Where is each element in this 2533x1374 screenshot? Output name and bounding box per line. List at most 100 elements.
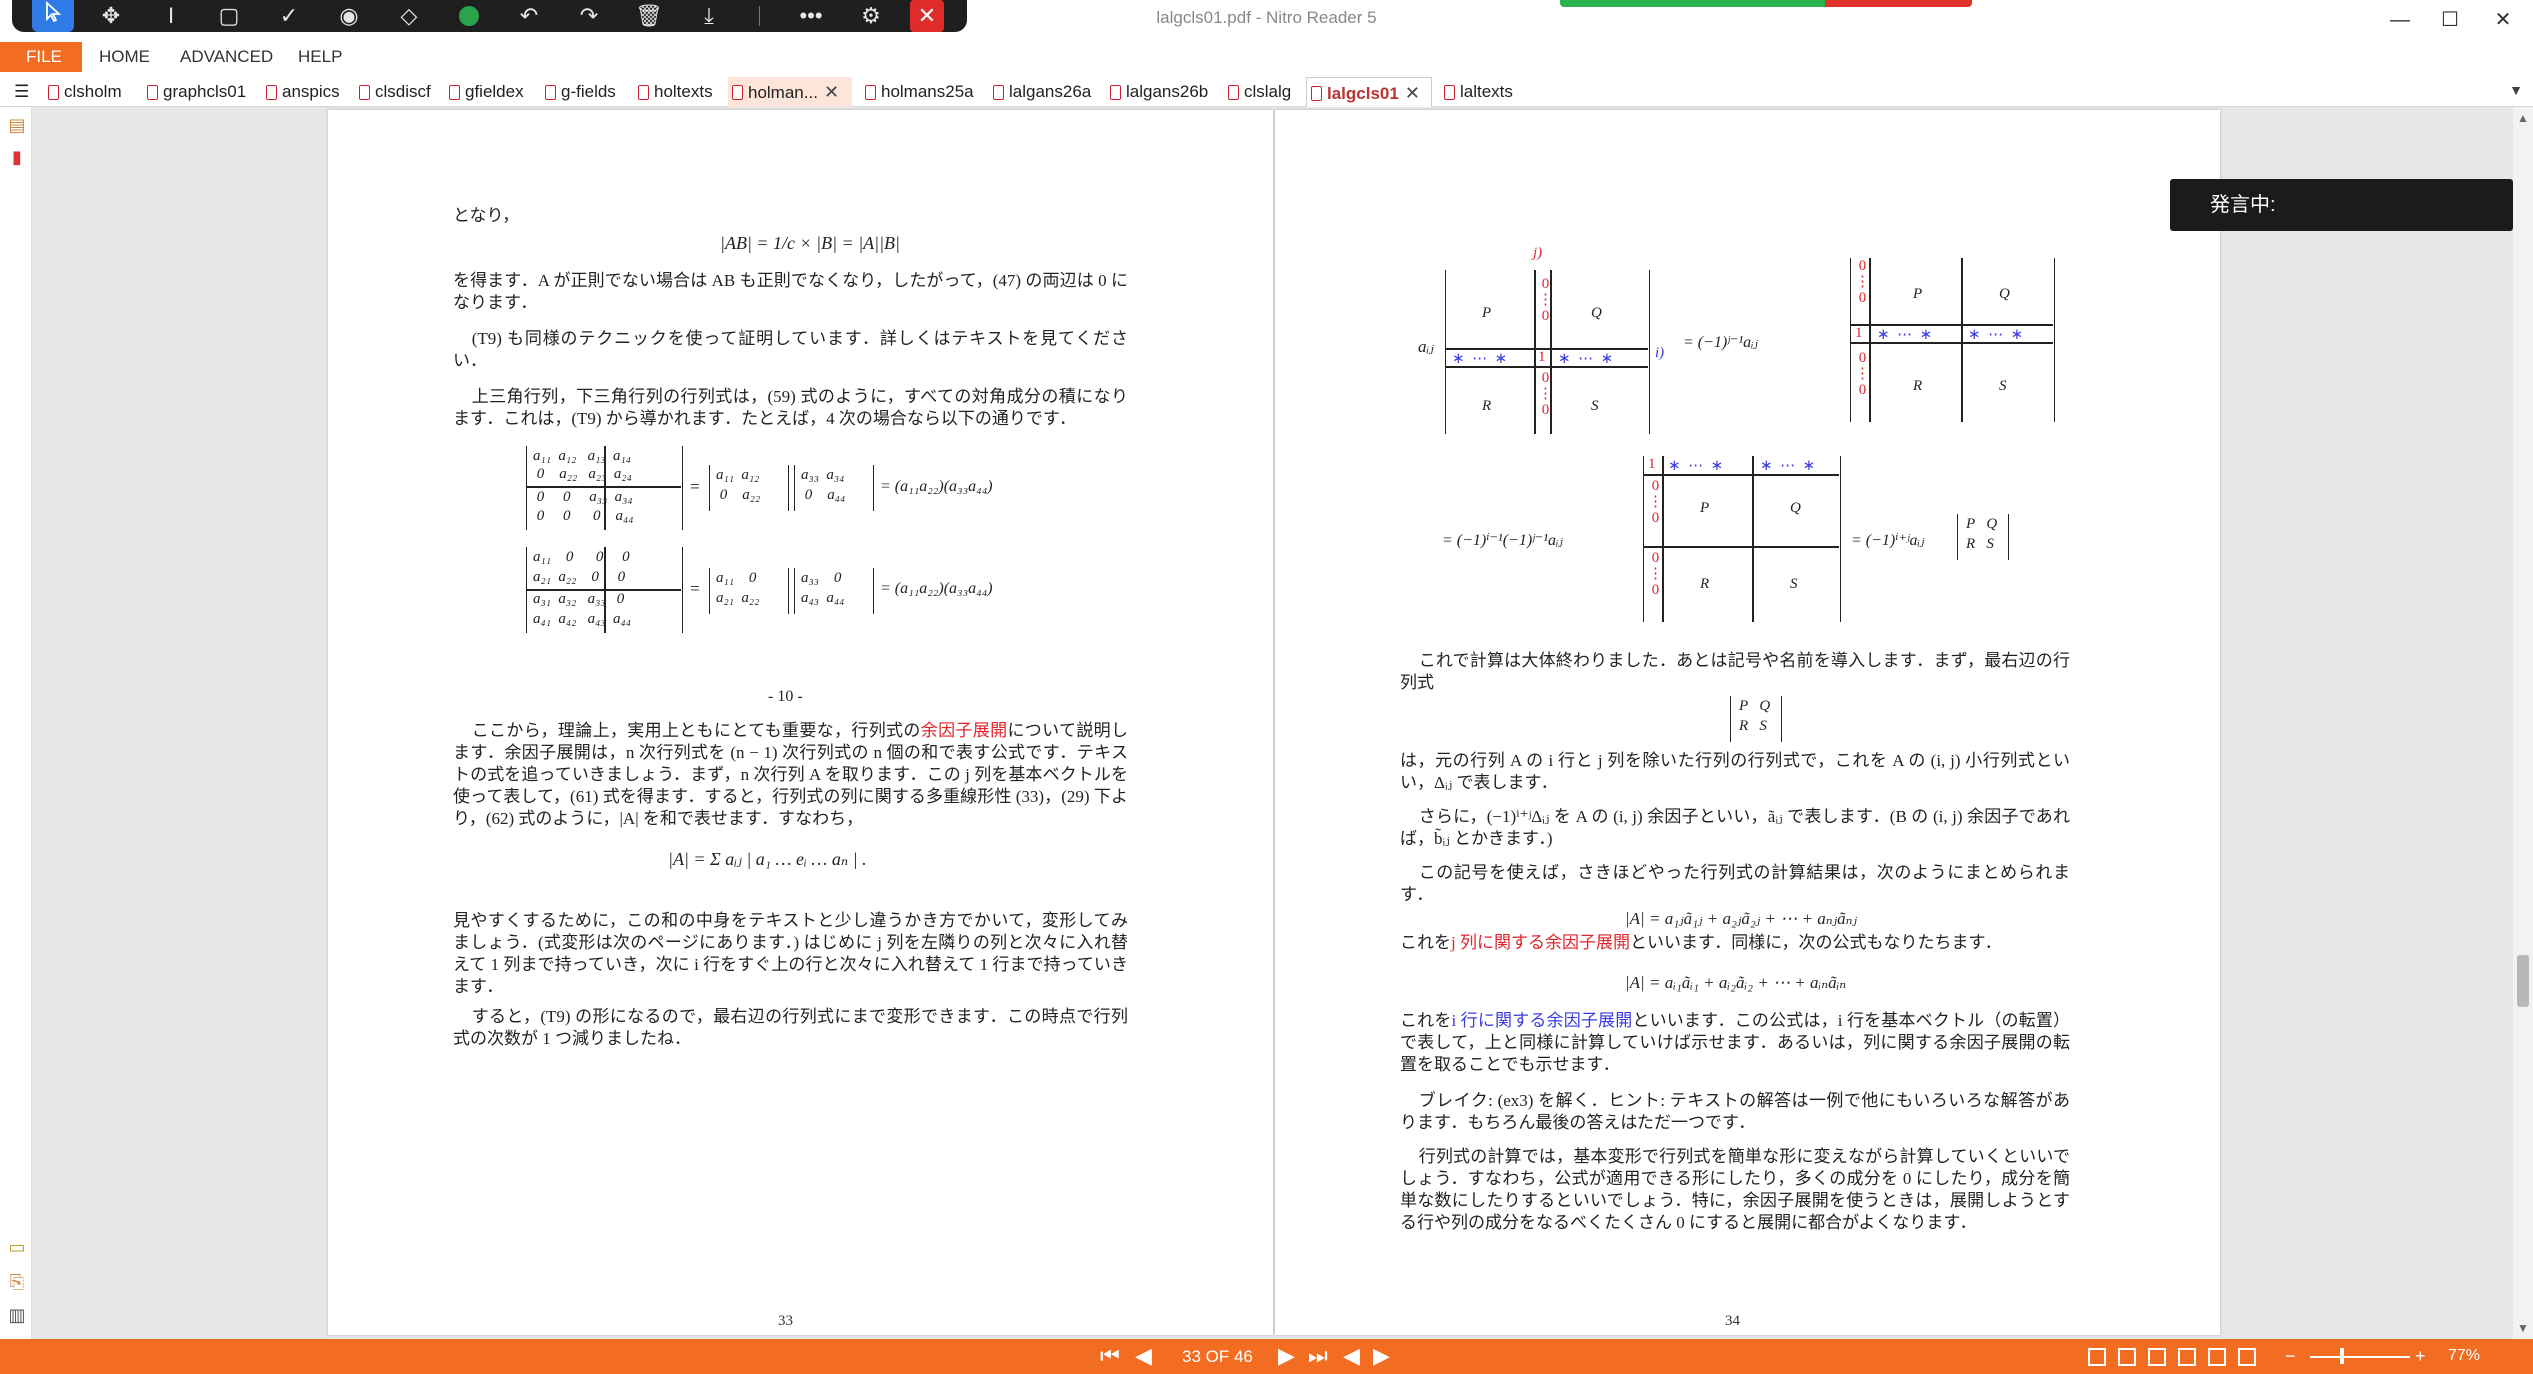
tab-anspics[interactable]: anspics	[262, 77, 340, 107]
tab-label: clsdiscf	[375, 82, 431, 101]
vertical-scrollbar[interactable]: ▲ ▼	[2513, 107, 2533, 1339]
status-bar: ⏮ ◀ 33 OF 46 ▶ ⏭ ◀ ▶ − + 77%	[0, 1339, 2533, 1374]
close-icon[interactable]: ✕	[910, 0, 944, 32]
minimize-button[interactable]: —	[2380, 4, 2420, 36]
tab-g-fields[interactable]: g-fields	[541, 77, 616, 107]
bookmarks-panel-icon[interactable]: ▮	[7, 147, 27, 169]
tab-label: holtexts	[654, 82, 713, 101]
previous-page-icon[interactable]: ◀	[1135, 1344, 1152, 1368]
menu-help[interactable]: HELP	[298, 47, 342, 67]
tab-holmans25a[interactable]: holmans25a	[861, 77, 974, 107]
move-icon[interactable]: ✥	[90, 0, 132, 32]
tab-graphcls01[interactable]: graphcls01	[143, 77, 246, 107]
tab-lalgans26b[interactable]: lalgans26b	[1106, 77, 1208, 107]
paragraph-summary: この記号を使えば，さきほどやった行列式の計算結果は，次のようにまとめられます．	[1400, 863, 2070, 904]
download-icon[interactable]: ⤓	[688, 0, 730, 32]
file-menu[interactable]: FILE	[0, 42, 82, 72]
section-number: - 10 -	[768, 688, 803, 705]
text-cursor-icon[interactable]: I	[150, 0, 192, 32]
equation-mid-lhs: = (−1)ⁱ⁻¹(−1)ʲ⁻¹aᵢⱼ	[1442, 532, 1563, 549]
matrix-divider	[1534, 270, 1536, 434]
scroll-thumb[interactable]	[2517, 955, 2529, 1007]
more-icon[interactable]: •••	[790, 0, 832, 32]
paragraph-row-expansion: これをi 行に関する余因子展開といいます．この公式は，i 行を基本ベクトル（の転…	[1400, 1011, 2071, 1074]
single-page-view-icon[interactable]	[2088, 1348, 2106, 1366]
menu-advanced[interactable]: ADVANCED	[180, 47, 273, 67]
window-close-button[interactable]: ✕	[2483, 4, 2523, 36]
comments-panel-icon[interactable]: ▭	[7, 1237, 27, 1259]
tab-holman[interactable]: holman... ✕	[728, 77, 852, 107]
equation-row-expansion: |A| = aᵢ₁ãᵢ₁ + aᵢ₂ãᵢ₂ + ⋯ + aᵢₙãᵢₙ	[1625, 973, 1847, 992]
delete-icon[interactable]: 🗑	[628, 0, 670, 32]
progress-bar-red	[1825, 0, 1972, 7]
pdf-icon	[449, 85, 460, 100]
tab-holtexts[interactable]: holtexts	[634, 77, 713, 107]
attachments-panel-icon[interactable]: ⎘	[7, 1272, 27, 1294]
back-icon[interactable]: ◀	[1343, 1344, 1360, 1368]
forward-icon[interactable]: ▶	[1373, 1344, 1390, 1368]
pdf-page-34: aᵢⱼ P Q R S ∗ ⋯ ∗ 1 ∗ ⋯ ∗ 0 ⋮ 0 0 ⋮ 0 j) i) …	[1275, 110, 2220, 1335]
undo-icon[interactable]: ↶	[508, 0, 550, 32]
equation-top-rhs: = (−1)ʲ⁻¹aᵢⱼ	[1683, 334, 1758, 351]
stamp-icon[interactable]: ◉	[328, 0, 370, 32]
tab-close-icon[interactable]: ✕	[824, 82, 839, 102]
zoom-level[interactable]: 77%	[2448, 1347, 2480, 1365]
paragraph-triangular: 上三角行列，下三角行列の行列式は，(59) 式のように，すべての対角成分の積にな…	[453, 387, 1128, 428]
paragraph-t9: (T9) も同様のテクニックを使って証明しています．詳しくはテキストを見てくださ…	[453, 329, 1128, 370]
pdf-icon	[1311, 86, 1322, 101]
eraser-icon[interactable]: ◇	[388, 0, 430, 32]
matrix-divider	[1752, 456, 1754, 622]
paragraph-cofactor-intro: ここから，理論上，実用上ともにとても重要な，行列式の余因子展開について説明します…	[453, 721, 1128, 828]
pages-panel-icon[interactable]: ▤	[7, 115, 27, 137]
fit-width-icon[interactable]	[2238, 1348, 2256, 1366]
column-expansion-link[interactable]: j 列に関する余因子展開	[1451, 933, 1630, 952]
tab-clsholm[interactable]: clsholm	[44, 77, 122, 107]
redo-icon[interactable]: ↷	[568, 0, 610, 32]
paragraph-regular: を得ます．A が正則でない場合は AB も正則でなくなり，したがって，(47) …	[453, 271, 1128, 312]
last-page-icon[interactable]: ⏭	[1308, 1344, 1328, 1368]
zoom-in-button[interactable]: +	[2415, 1344, 2426, 1368]
row-expansion-link[interactable]: i 行に関する余因子展開	[1452, 1011, 1633, 1030]
page-indicator[interactable]: 33 OF 46	[1182, 1347, 1253, 1367]
menu-home[interactable]: HOME	[99, 47, 150, 67]
tab-lalgcls01-active[interactable]: lalgcls01 ✕	[1306, 77, 1432, 107]
block-matrix-a: a₁₁ a₁₂ 0 a₂₂	[709, 465, 789, 511]
equation-sum: |A| = Σ aᵢⱼ | a₁ … eᵢ … aₙ | .	[668, 849, 867, 869]
paragraph-calculation-tips: 行列式の計算では，基本変形で行列式を簡単な形に変えながら計算していくといいでしょ…	[1400, 1147, 2070, 1232]
fit-page-icon[interactable]	[2208, 1348, 2226, 1366]
zoom-slider[interactable]	[2310, 1356, 2410, 1358]
lower-triangular-matrix: a₁₁ 0 0 0 a₂₁ a₂₂ 0 0 a₃₁ a₃₂ a₃₃ 0 a₄₁ …	[526, 547, 683, 633]
cofactor-expansion-link[interactable]: 余因子展開	[921, 721, 1008, 740]
tab-list-icon[interactable]: ☰	[4, 77, 29, 107]
block-matrix-b: a₃₃ a₃₄ 0 a₄₄	[794, 465, 874, 511]
continuous-view-icon[interactable]	[2118, 1348, 2136, 1366]
scroll-down-icon[interactable]: ▼	[2517, 1321, 2529, 1335]
layers-panel-icon[interactable]: ▥	[7, 1305, 27, 1327]
user-settings-icon[interactable]: ⚙	[850, 0, 892, 32]
facing-continuous-view-icon[interactable]	[2178, 1348, 2196, 1366]
first-page-icon[interactable]: ⏮	[1100, 1344, 1120, 1368]
tab-gfieldex[interactable]: gfieldex	[445, 77, 524, 107]
zoom-slider-thumb[interactable]	[2340, 1348, 2344, 1364]
pdf-page-33: となり， |AB| = 1/c × |B| = |A||B| を得ます．A が正…	[328, 110, 1273, 1335]
color-dot-icon[interactable]	[448, 0, 490, 32]
matrix-divider	[1644, 546, 1839, 548]
tab-lalgans26a[interactable]: lalgans26a	[989, 77, 1091, 107]
maximize-button[interactable]: ☐	[2430, 4, 2470, 36]
tab-close-icon[interactable]: ✕	[1405, 83, 1420, 103]
rectangle-icon[interactable]: ▢	[208, 0, 250, 32]
tab-clsdiscf[interactable]: clsdiscf	[355, 77, 431, 107]
zoom-out-button[interactable]: −	[2285, 1344, 2296, 1368]
pdf-icon	[1228, 85, 1239, 100]
select-icon[interactable]	[32, 0, 74, 32]
tab-overflow-icon[interactable]: ▼	[2509, 82, 2523, 98]
next-page-icon[interactable]: ▶	[1278, 1344, 1295, 1368]
scroll-up-icon[interactable]: ▲	[2517, 111, 2529, 125]
block-matrix-middle: 1 ∗ ⋯ ∗ ∗ ⋯ ∗ 0 ⋮ 0 0 ⋮ 0 P Q R S	[1643, 456, 1841, 622]
pdf-icon	[1444, 85, 1455, 100]
tab-clslalg[interactable]: clslalg	[1224, 77, 1291, 107]
check-icon[interactable]: ✓	[268, 0, 310, 32]
tab-laltexts[interactable]: laltexts	[1440, 77, 1513, 107]
facing-view-icon[interactable]	[2148, 1348, 2166, 1366]
block-matrix-d: a₃₃ 0 a₄₃ a₄₄	[794, 568, 874, 614]
